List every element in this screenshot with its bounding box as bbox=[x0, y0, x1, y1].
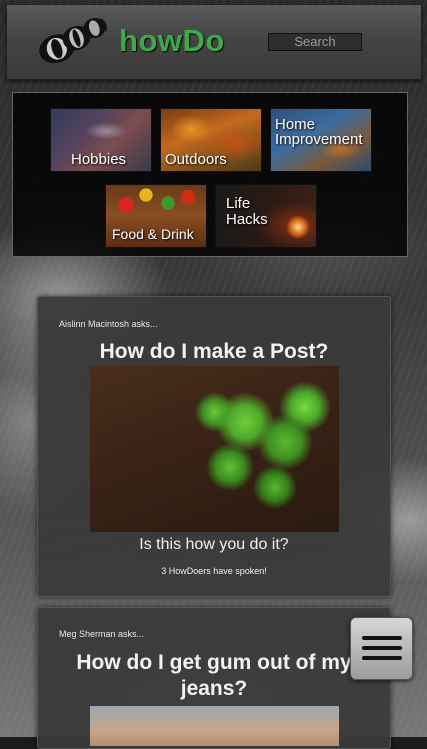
post-title[interactable]: How do I make a Post? bbox=[38, 339, 390, 365]
post-title[interactable]: How do I get gum out of my jeans? bbox=[50, 650, 378, 702]
site-title[interactable]: howDo bbox=[119, 23, 225, 59]
category-label-line2: Hacks bbox=[226, 211, 268, 228]
post-asker: Meg Sherman asks... bbox=[59, 629, 145, 639]
post-image[interactable] bbox=[90, 706, 339, 746]
category-tile-outdoors[interactable]: Outdoors bbox=[160, 108, 262, 172]
category-label-line2: Improvement bbox=[275, 131, 363, 148]
post-image[interactable] bbox=[90, 366, 339, 532]
hamburger-menu-icon-bar bbox=[362, 656, 402, 660]
category-label: Hobbies bbox=[71, 151, 127, 168]
category-tile-food-drink[interactable]: Food & Drink bbox=[105, 184, 207, 248]
category-label: Outdoors bbox=[165, 151, 227, 168]
category-tile-home-improvement[interactable]: Home Improvement bbox=[270, 108, 372, 172]
category-label: Food & Drink bbox=[112, 226, 194, 242]
search-input[interactable]: Search bbox=[268, 33, 362, 51]
category-tile-hobbies[interactable]: Hobbies bbox=[50, 108, 152, 172]
response-count: 3 HowDoers have spoken! bbox=[161, 566, 267, 576]
hamburger-menu-icon bbox=[362, 636, 402, 640]
post-asker: Aislinn Macintosh asks... bbox=[59, 319, 158, 329]
hamburger-menu-button[interactable] bbox=[350, 617, 413, 680]
category-tile-life-hacks[interactable]: Life Hacks bbox=[215, 184, 317, 248]
category-label: Life Hacks bbox=[226, 196, 268, 228]
category-panel: Hobbies Outdoors Home Improvement Food &… bbox=[12, 92, 408, 257]
post-card[interactable]: Aislinn Macintosh asks... How do I make … bbox=[37, 296, 391, 597]
category-label: Home Improvement bbox=[275, 117, 363, 147]
plant-image bbox=[185, 372, 339, 517]
category-label-line1: Life bbox=[226, 195, 251, 212]
raccoon-tail-logo-icon[interactable] bbox=[35, 15, 113, 65]
site-header: howDo Search bbox=[6, 4, 422, 80]
post-answer: Is this how you do it? bbox=[139, 536, 289, 553]
post-card[interactable]: Meg Sherman asks... How do I get gum out… bbox=[37, 607, 391, 749]
hamburger-menu-icon-bar bbox=[362, 646, 402, 650]
